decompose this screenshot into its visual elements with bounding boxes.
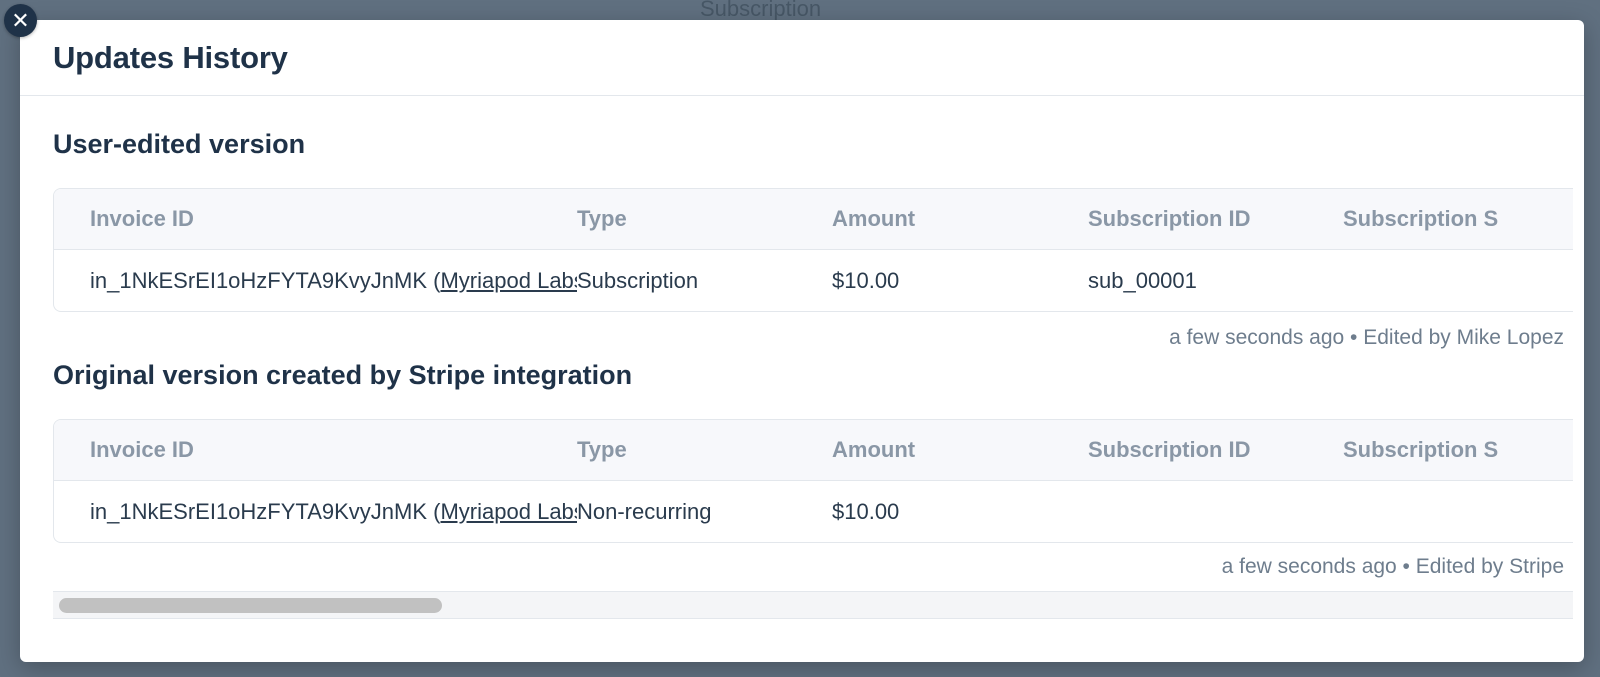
modal-title: Updates History xyxy=(53,39,288,75)
column-header-invoice-id: Invoice ID xyxy=(54,189,577,250)
column-header-subscription-id: Subscription ID xyxy=(1088,189,1343,250)
type-cell: Subscription xyxy=(577,268,699,293)
section-title-user-edited: User-edited version xyxy=(53,129,306,159)
company-link[interactable]: Myriapod Labs xyxy=(440,268,577,293)
subscription-id-cell xyxy=(1088,481,1343,543)
modal-header: Updates History xyxy=(20,20,1584,96)
scrollbar-thumb[interactable] xyxy=(59,598,442,613)
updates-history-modal: Updates History User-edited version Invo… xyxy=(20,20,1584,662)
close-modal-button[interactable]: ✕ xyxy=(4,4,37,37)
company-link[interactable]: Myriapod Labs xyxy=(440,499,577,524)
column-header-type: Type xyxy=(577,189,832,250)
column-header-amount: Amount xyxy=(832,189,1088,250)
table-row: in_1NkESrEI1oHzFYTA9KvyJnMK (Myriapod La… xyxy=(54,250,1573,312)
table-header-row: Invoice ID Type Amount Subscription ID S… xyxy=(54,189,1573,250)
horizontal-scrollbar[interactable] xyxy=(53,591,1573,619)
original-table: Invoice ID Type Amount Subscription ID S… xyxy=(53,419,1573,543)
column-header-subscription-id: Subscription ID xyxy=(1088,420,1343,481)
invoice-id-text: in_1NkESrEI1oHzFYTA9KvyJnMK ( xyxy=(90,268,441,293)
edit-meta-user: a few seconds ago • Edited by Mike Lopez xyxy=(1169,326,1564,349)
subscription-status-cell xyxy=(1343,250,1573,312)
type-cell: Non-recurring xyxy=(577,499,712,524)
subscription-id-cell: sub_00001 xyxy=(1088,268,1197,293)
edit-meta-stripe: a few seconds ago • Edited by Stripe xyxy=(1221,555,1564,578)
close-icon: ✕ xyxy=(11,8,30,33)
column-header-invoice-id: Invoice ID xyxy=(54,420,577,481)
section-title-original: Original version created by Stripe integ… xyxy=(53,360,633,390)
column-header-type: Type xyxy=(577,420,832,481)
column-header-subscription-status: Subscription S xyxy=(1343,189,1573,250)
user-edited-table: Invoice ID Type Amount Subscription ID S… xyxy=(53,188,1573,312)
amount-cell: $10.00 xyxy=(832,268,900,293)
column-header-amount: Amount xyxy=(832,420,1088,481)
amount-cell: $10.00 xyxy=(832,499,900,524)
column-header-subscription-status: Subscription S xyxy=(1343,420,1573,481)
table-row: in_1NkESrEI1oHzFYTA9KvyJnMK (Myriapod La… xyxy=(54,481,1573,543)
invoice-id-cell: in_1NkESrEI1oHzFYTA9KvyJnMK (Myriapod La… xyxy=(54,481,577,543)
invoice-id-text: in_1NkESrEI1oHzFYTA9KvyJnMK ( xyxy=(90,499,441,524)
subscription-status-cell xyxy=(1343,481,1573,543)
invoice-id-cell: in_1NkESrEI1oHzFYTA9KvyJnMK (Myriapod La… xyxy=(54,250,577,312)
table-header-row: Invoice ID Type Amount Subscription ID S… xyxy=(54,420,1573,481)
